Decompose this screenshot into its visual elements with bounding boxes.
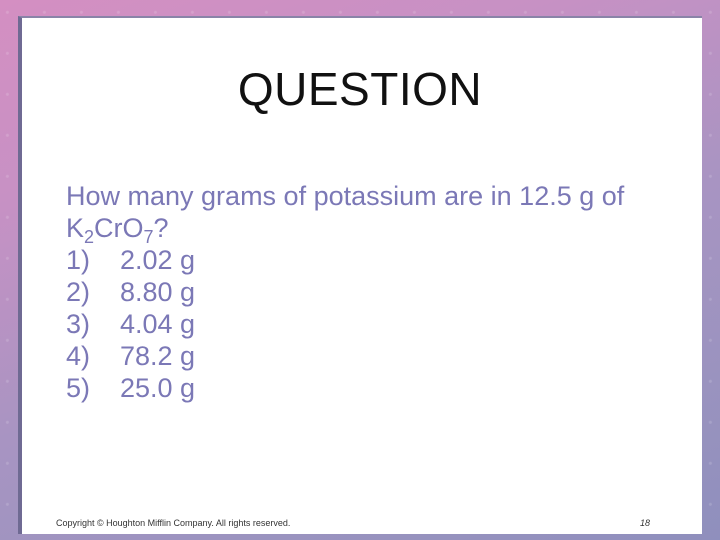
page-number: 18 (640, 518, 651, 528)
option-number: 5) (66, 373, 91, 403)
option-number: 2) (66, 277, 91, 307)
answer-option: 1) 2.02 g (66, 244, 666, 276)
question-text: How many grams of potassium are in 12.5 … (66, 181, 625, 211)
option-number: 4) (66, 341, 91, 371)
option-value: 2.02 g (120, 245, 196, 275)
copyright-footer: Copyright © Houghton Mifflin Company. Al… (56, 518, 291, 528)
answer-option: 5) 25.0 g (66, 372, 666, 404)
question-block: How many grams of potassium are in 12.5 … (66, 180, 666, 404)
formula-part: CrO (94, 213, 144, 243)
option-number: 3) (66, 309, 91, 339)
option-value: 8.80 g (120, 277, 196, 307)
option-value: 25.0 g (120, 373, 196, 403)
answer-option: 2) 8.80 g (66, 276, 666, 308)
formula-question-mark: ? (153, 213, 169, 243)
option-value: 78.2 g (120, 341, 196, 371)
formula-part: K (66, 213, 85, 243)
chemical-formula: K2CrO7? (66, 212, 666, 246)
option-number: 1) (66, 245, 91, 275)
answer-option: 3) 4.04 g (66, 308, 666, 340)
option-value: 4.04 g (120, 309, 196, 339)
answer-option: 4) 78.2 g (66, 340, 666, 372)
slide-title: QUESTION (237, 63, 483, 115)
